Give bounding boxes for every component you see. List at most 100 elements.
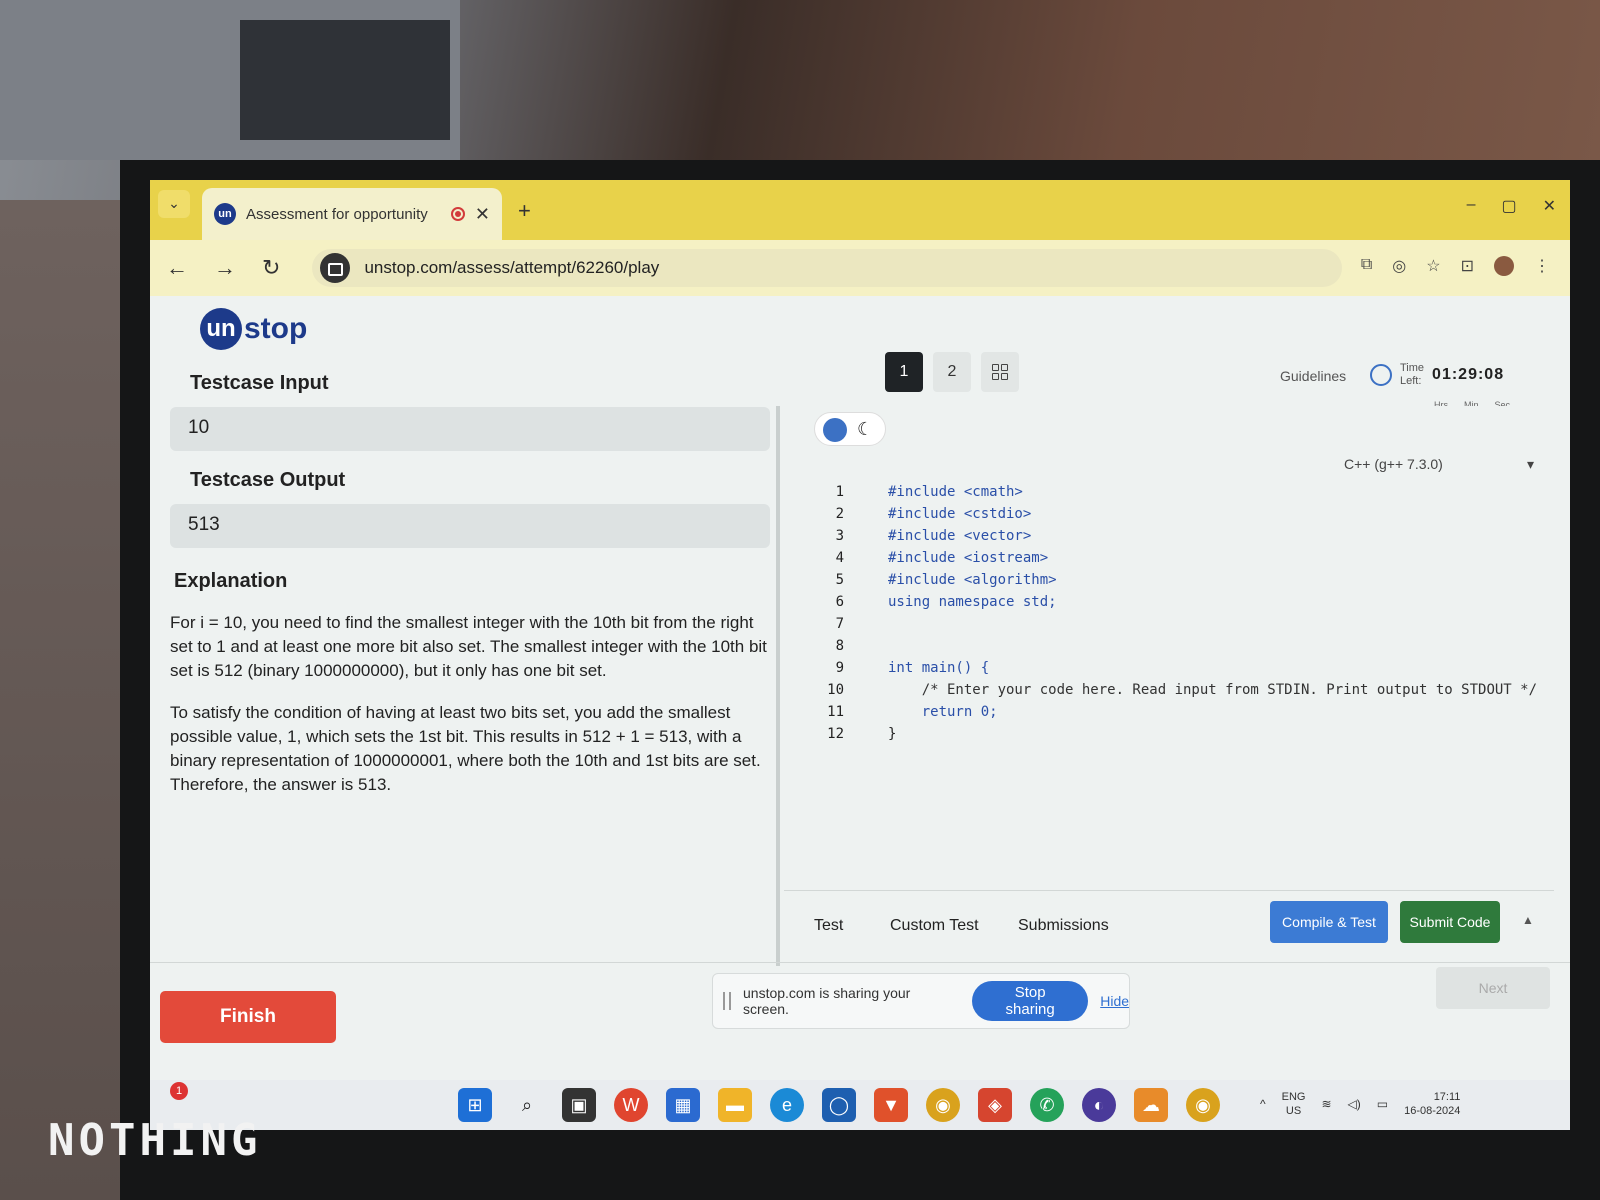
windows-taskbar: 1 ⊞ ⌕ ▣ W ▦ ▬ e ◯ ▼ ◉ ◈ ✆ ◐ ☁ ◉ ^ ENG US…: [150, 1080, 1570, 1130]
file-explorer-icon[interactable]: ▬: [718, 1088, 752, 1122]
theme-toggle[interactable]: ☾: [814, 412, 886, 446]
guidelines-link[interactable]: Guidelines: [1280, 368, 1346, 384]
wps-office-icon[interactable]: W: [614, 1088, 648, 1122]
logo-text: stop: [244, 312, 308, 345]
explanation-paragraph: For i = 10, you need to find the smalles…: [170, 613, 767, 680]
brave-icon[interactable]: ▼: [874, 1088, 908, 1122]
testcase-output-label: Testcase Output: [190, 469, 346, 491]
tab-search-chevron-icon[interactable]: ⌄: [158, 190, 190, 218]
extensions-icon[interactable]: ⊡: [1461, 256, 1474, 276]
next-button[interactable]: Next: [1436, 967, 1550, 1009]
stopwatch-icon: [1370, 364, 1392, 386]
panel-resize-handle[interactable]: [776, 406, 780, 966]
office-icon[interactable]: ◈: [978, 1088, 1012, 1122]
time-left-value: 01:29:08: [1432, 366, 1505, 383]
line-number: 7: [835, 616, 844, 632]
camera-icon[interactable]: [320, 253, 351, 283]
whatsapp-icon[interactable]: ✆: [1030, 1088, 1064, 1122]
line-number: 2: [835, 506, 844, 522]
background-keyboard: [240, 20, 450, 140]
tab-custom-test[interactable]: Custom Test: [890, 917, 979, 935]
explanation-title: Explanation: [174, 570, 288, 592]
editor-bottom-bar: Test Custom Test Submissions Compile & T…: [784, 890, 1554, 956]
drag-handle-icon[interactable]: [723, 992, 731, 1010]
chrome-active-icon[interactable]: ◉: [1186, 1088, 1220, 1122]
close-window-icon[interactable]: ✕: [1543, 196, 1556, 216]
camera-watermark: NOTHING: [48, 1115, 262, 1166]
code-line: 10 /* Enter your code here. Read input f…: [804, 682, 1537, 704]
line-number: 5: [835, 572, 844, 588]
chevron-up-icon[interactable]: ▲: [1522, 913, 1534, 927]
screen-share-bar: unstop.com is sharing your screen. Stop …: [712, 973, 1130, 1029]
url-field[interactable]: unstop.com/assess/attempt/62260/play: [312, 249, 1343, 287]
wifi-icon[interactable]: ≋: [1321, 1097, 1331, 1111]
tab-submissions[interactable]: Submissions: [1018, 917, 1109, 935]
finish-button[interactable]: Finish: [160, 991, 336, 1043]
back-arrow-icon[interactable]: ←: [166, 255, 188, 281]
url-text: unstop.com/assess/attempt/62260/play: [364, 258, 660, 277]
line-code: #include <vector>: [888, 528, 1032, 544]
volume-icon[interactable]: ◁): [1348, 1097, 1361, 1111]
assessment-page: un stop 1 2 Guidelines Time Left: 01:29:…: [150, 296, 1570, 1080]
minimize-icon[interactable]: –: [1467, 196, 1476, 216]
question-2-button[interactable]: 2: [933, 352, 971, 392]
store-icon[interactable]: ▦: [666, 1088, 700, 1122]
light-theme-dot-icon: [823, 418, 847, 442]
clock[interactable]: 17:11 16-08-2024: [1404, 1090, 1460, 1118]
cast-icon[interactable]: ⧉: [1361, 256, 1372, 276]
line-code: #include <iostream>: [888, 550, 1049, 566]
address-bar-row: ← → ↻ unstop.com/assess/attempt/62260/pl…: [150, 240, 1570, 296]
forward-arrow-icon[interactable]: →: [214, 255, 236, 281]
unstop-favicon-icon: un: [214, 203, 236, 225]
app-icon[interactable]: ◯: [822, 1088, 856, 1122]
submit-code-button[interactable]: Submit Code: [1400, 901, 1500, 943]
photo-fabric: [0, 200, 120, 1200]
maximize-icon[interactable]: ▢: [1501, 196, 1516, 216]
line-number: 3: [835, 528, 844, 544]
close-tab-icon[interactable]: ✕: [475, 204, 490, 225]
code-editor[interactable]: ☾ C++ (g++ 7.3.0) ▾ 1 #include <cmath> 2 #i…: [784, 406, 1554, 886]
code-line: 4 #include <iostream>: [804, 550, 1537, 572]
line-code: #include <algorithm>: [888, 572, 1057, 588]
line-number: 10: [827, 682, 844, 698]
line-code: int main() {: [888, 660, 990, 676]
reload-icon[interactable]: ↻: [262, 255, 280, 281]
footer: Finish unstop.com is sharing your screen…: [150, 962, 1570, 1080]
edge-icon[interactable]: e: [770, 1088, 804, 1122]
line-number: 6: [835, 594, 844, 610]
system-tray: ^ ENG US ≋ ◁) ▭ 17:11 16-08-2024: [1260, 1090, 1460, 1118]
task-view-icon[interactable]: ▣: [562, 1088, 596, 1122]
code-line: 6 using namespace std;: [804, 594, 1537, 616]
compile-and-test-button[interactable]: Compile & Test: [1270, 901, 1388, 943]
line-number: 9: [835, 660, 844, 676]
battery-icon[interactable]: ▭: [1377, 1097, 1388, 1111]
stop-sharing-button[interactable]: Stop sharing: [972, 981, 1089, 1021]
start-icon[interactable]: ⊞: [458, 1088, 492, 1122]
language-select[interactable]: C++ (g++ 7.3.0) ▾: [1344, 456, 1534, 473]
hide-link[interactable]: Hide: [1100, 993, 1129, 1009]
profile-avatar[interactable]: [1494, 256, 1514, 276]
code-line: 7: [804, 616, 1537, 638]
all-questions-grid-icon[interactable]: [981, 352, 1019, 392]
chrome-icon[interactable]: ◉: [926, 1088, 960, 1122]
menu-dots-icon[interactable]: ⋮: [1534, 256, 1550, 276]
time-left-label: Time Left:: [1400, 362, 1425, 387]
code-area[interactable]: 1 #include <cmath> 2 #include <cstdio> 3 #inc…: [804, 484, 1537, 748]
logo-mark: un: [200, 308, 242, 350]
tab-test[interactable]: Test: [814, 917, 843, 935]
unstop-logo[interactable]: un stop: [200, 308, 307, 350]
eye-off-icon[interactable]: ◎: [1392, 256, 1406, 276]
question-1-button[interactable]: 1: [885, 352, 923, 392]
code-line: 5 #include <algorithm>: [804, 572, 1537, 594]
line-number: 8: [835, 638, 844, 654]
star-icon[interactable]: ☆: [1426, 256, 1440, 276]
cloud-icon[interactable]: ☁: [1134, 1088, 1168, 1122]
new-tab-button[interactable]: +: [518, 198, 531, 224]
browser-tab[interactable]: un Assessment for opportunity ✕: [202, 188, 502, 240]
app-icon-2[interactable]: ◐: [1082, 1088, 1116, 1122]
testcase-output-value: 513: [170, 504, 770, 548]
language-indicator[interactable]: ENG US: [1282, 1090, 1306, 1118]
line-code: using namespace std;: [888, 594, 1057, 610]
search-icon[interactable]: ⌕: [510, 1088, 544, 1122]
chevron-up-icon[interactable]: ^: [1260, 1097, 1266, 1111]
